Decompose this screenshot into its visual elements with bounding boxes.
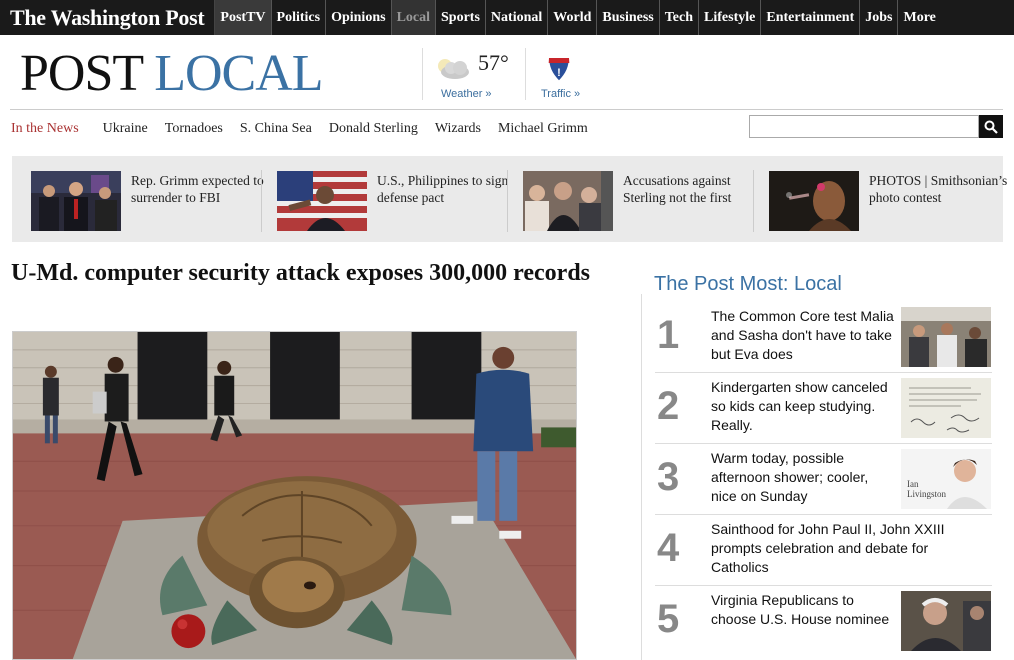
divider — [507, 170, 508, 232]
traffic-widget[interactable]: ! Traffic » — [527, 48, 587, 100]
story-title[interactable]: The Common Core test Malia and Sasha don… — [711, 307, 895, 364]
list-item[interactable]: 3 Warm today, possible afternoon shower;… — [655, 449, 992, 511]
divider — [655, 585, 992, 586]
story-thumbnail[interactable] — [901, 591, 991, 651]
weather-link[interactable]: Weather » — [441, 88, 492, 100]
article-photo[interactable] — [12, 331, 577, 660]
search-input[interactable] — [749, 115, 979, 138]
brand-post: POST — [20, 45, 143, 102]
story-title[interactable]: Kindergarten show canceled so kids can k… — [711, 378, 895, 435]
promo-thumbnail[interactable] — [769, 171, 859, 231]
nav-item-posttv[interactable]: PostTV — [215, 0, 272, 35]
divider — [753, 170, 754, 232]
promo-text[interactable]: U.S., Philippines to sign defense pact — [377, 172, 517, 206]
promo-text[interactable]: PHOTOS | Smithsonian’s photo contest — [869, 172, 1009, 206]
news-topic-s-china-sea[interactable]: S. China Sea — [240, 121, 312, 137]
story-thumbnail[interactable] — [901, 378, 991, 438]
top-nav: The Washington Post PostTV Politics Opin… — [0, 0, 1014, 35]
search-button[interactable] — [979, 115, 1003, 138]
promo-thumbnail[interactable] — [523, 171, 613, 231]
most-popular-title[interactable]: The Post Most: Local — [654, 273, 842, 296]
story-thumbnail[interactable] — [901, 307, 991, 367]
rank-number: 2 — [657, 384, 680, 428]
list-item[interactable]: 2 Kindergarten show canceled so kids can… — [655, 378, 992, 440]
promo-strip: Rep. Grimm expected to surrender to FBI … — [12, 156, 1007, 242]
section-masthead[interactable]: POST LOCAL — [20, 45, 324, 103]
cloud-icon — [438, 59, 469, 79]
story-title[interactable]: Sainthood for John Paul II, John XXIII p… — [711, 520, 961, 577]
traffic-link[interactable]: Traffic » — [541, 88, 580, 100]
nav-item-business[interactable]: Business — [597, 0, 660, 35]
rank-number: 3 — [657, 455, 680, 499]
divider — [641, 294, 642, 660]
nav-item-jobs[interactable]: Jobs — [860, 0, 899, 35]
divider — [10, 109, 1003, 110]
nav-item-more[interactable]: More — [898, 0, 940, 35]
search-icon — [984, 120, 998, 134]
post-local-brand: POST LOCAL — [20, 45, 324, 103]
weather-widget[interactable]: 57° Weather » — [422, 48, 526, 100]
nav-item-entertainment[interactable]: Entertainment — [761, 0, 861, 35]
article-headline[interactable]: U-Md. computer security attack exposes 3… — [11, 258, 611, 288]
story-thumbnail[interactable]: Ian Livingston — [901, 449, 991, 509]
author-caption: Ian Livingston — [907, 479, 947, 499]
news-topic-tornadoes[interactable]: Tornadoes — [165, 121, 223, 137]
list-item[interactable]: 5 Virginia Republicans to choose U.S. Ho… — [655, 591, 992, 653]
divider — [655, 372, 992, 373]
news-topic-donald-sterling[interactable]: Donald Sterling — [329, 121, 418, 137]
nav-item-world[interactable]: World — [548, 0, 598, 35]
nav-item-tech[interactable]: Tech — [660, 0, 700, 35]
interstate-sign-icon: ! — [548, 57, 570, 82]
promo-text[interactable]: Rep. Grimm expected to surrender to FBI — [131, 172, 271, 206]
svg-text:!: ! — [557, 67, 561, 79]
nav-item-sports[interactable]: Sports — [436, 0, 486, 35]
rank-number: 1 — [657, 313, 680, 357]
promo-thumbnail[interactable] — [31, 171, 121, 231]
in-the-news-label: In the News — [11, 121, 79, 136]
rank-number: 5 — [657, 597, 680, 641]
nav-item-politics[interactable]: Politics — [272, 0, 327, 35]
divider — [655, 443, 992, 444]
rank-number: 4 — [657, 526, 680, 570]
brand-local: LOCAL — [154, 45, 323, 102]
in-the-news-bar: In the News Ukraine Tornadoes S. China S… — [11, 118, 605, 140]
news-topic-michael-grimm[interactable]: Michael Grimm — [498, 121, 588, 137]
nav-item-local[interactable]: Local — [391, 0, 437, 35]
news-topic-ukraine[interactable]: Ukraine — [103, 121, 148, 137]
nav-item-opinions[interactable]: Opinions — [326, 0, 392, 35]
story-title[interactable]: Virginia Republicans to choose U.S. Hous… — [711, 591, 895, 629]
divider — [655, 514, 992, 515]
divider — [261, 170, 262, 232]
nav-item-national[interactable]: National — [486, 0, 549, 35]
nav-item-lifestyle[interactable]: Lifestyle — [699, 0, 762, 35]
story-title[interactable]: Warm today, possible afternoon shower; c… — [711, 449, 895, 506]
washington-post-logo[interactable]: The Washington Post — [0, 0, 216, 35]
weather-temperature: 57° — [478, 50, 509, 75]
promo-text[interactable]: Accusations against Sterling not the fir… — [623, 172, 763, 206]
news-topic-wizards[interactable]: Wizards — [435, 121, 481, 137]
list-item[interactable]: 1 The Common Core test Malia and Sasha d… — [655, 307, 992, 369]
promo-thumbnail[interactable] — [277, 171, 367, 231]
list-item[interactable]: 4 Sainthood for John Paul II, John XXIII… — [655, 520, 992, 582]
